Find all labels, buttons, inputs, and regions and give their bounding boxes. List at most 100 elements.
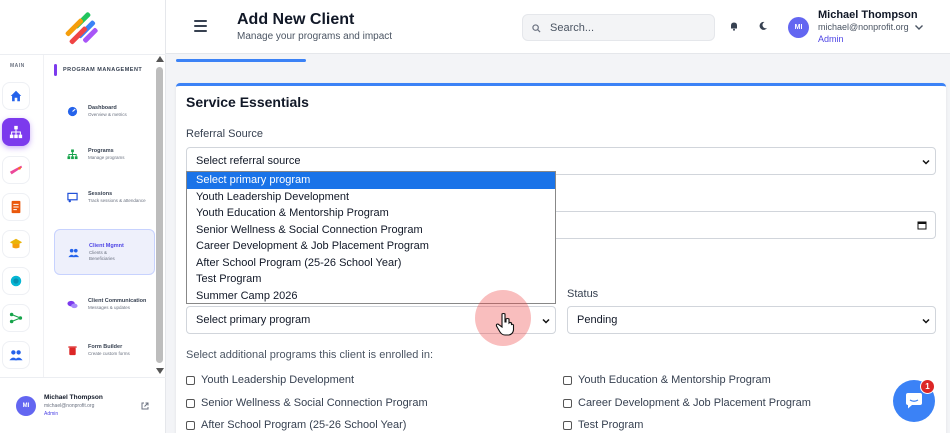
moon-icon[interactable]	[758, 21, 768, 31]
referral-source-label: Referral Source	[186, 128, 264, 140]
dropdown-option[interactable]: Test Program	[187, 271, 555, 288]
checkbox[interactable]	[186, 398, 195, 408]
sidebar-item-dashboard[interactable]: Dashboard Overview & metrics	[54, 88, 155, 134]
checkbox-after-school[interactable]: After School Program (25-26 School Year)	[186, 419, 406, 431]
chevron-down-icon[interactable]	[914, 22, 924, 32]
chevron-down-icon	[922, 159, 930, 165]
share-icon	[9, 312, 23, 324]
rail-globe-button[interactable]	[2, 267, 30, 295]
page-title: Add New Client	[237, 11, 355, 28]
dropdown-option[interactable]: After School Program (25-26 School Year)	[187, 255, 555, 272]
rail-sessions-button[interactable]	[2, 156, 30, 184]
app-logo[interactable]	[62, 8, 102, 48]
dropdown-option[interactable]: Career Development & Job Placement Progr…	[187, 238, 555, 255]
scroll-thumb[interactable]	[156, 67, 163, 363]
sidebar-item-subtitle: Overview & metrics	[88, 111, 127, 117]
network-icon	[9, 125, 23, 139]
status-select[interactable]: Pending	[567, 306, 936, 334]
sidebar-item-title: Sessions	[88, 190, 113, 197]
hamburger-menu-icon[interactable]	[194, 20, 207, 32]
dropdown-option[interactable]: Senior Wellness & Social Connection Prog…	[187, 222, 555, 239]
checkbox[interactable]	[563, 375, 572, 385]
section-title: Service Essentials	[186, 94, 309, 110]
document-icon	[11, 200, 21, 214]
sidebar-item-subtitle: Clients & Beneficiaries	[89, 249, 115, 261]
checkbox-label: Youth Education & Mentorship Program	[578, 374, 771, 386]
bell-icon[interactable]	[729, 21, 739, 31]
sidebar-item-client-communication[interactable]: Client Communication Messages & updates	[54, 281, 155, 327]
trash-form-icon	[66, 344, 78, 356]
checkbox[interactable]	[186, 375, 195, 385]
notification-badge: 1	[920, 379, 935, 394]
dropdown-option[interactable]: Youth Leadership Development	[187, 189, 555, 206]
dropdown-option[interactable]: Select primary program	[187, 172, 555, 189]
calendar-icon[interactable]	[917, 220, 927, 230]
sidebar-item-title: Client Communication	[88, 297, 147, 304]
rail-label: MAIN	[10, 63, 25, 69]
chat-icon	[906, 393, 922, 409]
users-icon	[9, 350, 23, 361]
checkbox-youth-leadership[interactable]: Youth Leadership Development	[186, 374, 354, 386]
page-subtitle: Manage your programs and impact	[237, 31, 393, 42]
menu-section-label: PROGRAM MANAGEMENT	[63, 67, 143, 73]
chat-bubbles-icon	[66, 298, 78, 310]
sidebar-user-name: Michael Thompson	[44, 394, 103, 401]
primary-program-dropdown[interactable]: Select primary program Youth Leadership …	[186, 171, 556, 304]
active-tab-indicator	[176, 59, 306, 62]
search-box[interactable]	[522, 14, 715, 41]
sidebar-item-subtitle: Manage programs	[88, 154, 125, 160]
sidebar-item-subtitle: Track sessions & attendance	[88, 197, 146, 203]
checkbox[interactable]	[186, 420, 195, 430]
section-accent-bar	[54, 64, 57, 76]
program-menu: PROGRAM MANAGEMENT Dashboard Overview & m…	[44, 55, 156, 377]
checkbox-youth-education[interactable]: Youth Education & Mentorship Program	[563, 374, 771, 386]
plane-icon	[9, 165, 23, 175]
dropdown-option[interactable]: Youth Education & Mentorship Program	[187, 205, 555, 222]
menu-section-header: PROGRAM MANAGEMENT	[54, 64, 142, 76]
sidebar-scrollbar[interactable]	[155, 55, 164, 377]
top-header: Add New Client Manage your programs and …	[166, 0, 950, 54]
chevron-down-icon	[542, 318, 550, 324]
status-label: Status	[567, 288, 599, 300]
status-value: Pending	[577, 314, 618, 326]
checkbox-career-development[interactable]: Career Development & Job Placement Progr…	[563, 397, 811, 409]
additional-programs-label: Select additional programs this client i…	[186, 349, 434, 361]
checkbox-label: Test Program	[578, 419, 644, 431]
sidebar-item-title: Client Mgmnt	[89, 242, 124, 249]
sidebar-user-role: Admin	[44, 411, 59, 417]
external-link-icon[interactable]	[141, 402, 149, 410]
primary-program-value: Select primary program	[196, 314, 311, 326]
sidebar-item-programs[interactable]: Programs Manage programs	[54, 131, 155, 177]
checkbox-senior-wellness[interactable]: Senior Wellness & Social Connection Prog…	[186, 397, 428, 409]
rail-users-button[interactable]	[2, 341, 30, 369]
sidebar-user-email: michael@nonprofit.org	[44, 403, 95, 409]
rail-programs-button[interactable]	[2, 118, 30, 146]
checkbox-test-program[interactable]: Test Program	[563, 419, 643, 431]
avatar: MI	[16, 396, 36, 416]
rail-documents-button[interactable]	[2, 193, 30, 221]
users-icon	[67, 246, 79, 258]
graduation-icon	[9, 238, 23, 249]
checkbox-label: Career Development & Job Placement Progr…	[578, 397, 811, 409]
checkbox[interactable]	[563, 420, 572, 430]
sidebar-item-client-mgmnt[interactable]: Client Mgmnt Clients & Beneficiaries	[54, 229, 155, 275]
avatar[interactable]: MI	[788, 17, 809, 38]
sidebar-item-subtitle: Create custom forms	[88, 350, 130, 356]
presentation-icon	[66, 191, 78, 203]
rail-home-button[interactable]	[2, 82, 30, 110]
home-icon	[10, 90, 22, 102]
icon-rail: MAIN	[0, 55, 44, 377]
scroll-up-icon[interactable]	[156, 56, 164, 62]
rail-share-button[interactable]	[2, 304, 30, 332]
sidebar: MAIN PROGRAM MANAGEMENT Dashboard Overvi…	[0, 0, 166, 433]
search-input[interactable]	[550, 15, 710, 40]
sidebar-item-sessions[interactable]: Sessions Track sessions & attendance	[54, 174, 155, 220]
sidebar-item-form-builder[interactable]: Form Builder Create custom forms	[54, 327, 155, 373]
globe-icon	[10, 275, 22, 287]
scroll-down-icon[interactable]	[156, 368, 164, 374]
header-user-name: Michael Thompson	[818, 9, 918, 21]
sidebar-item-subtitle: Messages & updates	[88, 304, 131, 310]
sidebar-user-card[interactable]: MI Michael Thompson michael@nonprofit.or…	[0, 377, 166, 433]
checkbox[interactable]	[563, 398, 572, 408]
rail-education-button[interactable]	[2, 230, 30, 258]
